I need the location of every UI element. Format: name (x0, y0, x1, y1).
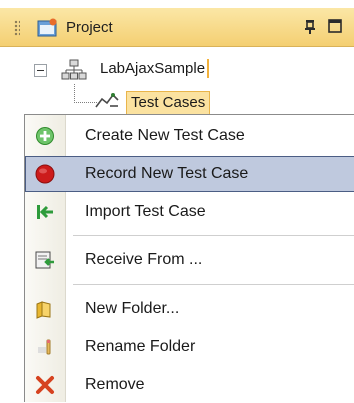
menu-item-label: Rename Folder (85, 338, 196, 355)
menu-item-label: Import Test Case (85, 203, 206, 220)
record-red-icon (35, 164, 55, 184)
project-icon (61, 59, 87, 80)
import-arrow-icon (37, 205, 53, 219)
project-window-icon (37, 18, 57, 37)
context-menu: Create New Test Case Record New Test Cas… (24, 114, 354, 402)
menu-item-new-folder[interactable]: New Folder... (25, 291, 354, 327)
menu-item-label: New Folder... (85, 300, 180, 317)
menu-item-record-new-test-case[interactable]: Record New Test Case (25, 156, 354, 192)
tree-item-test-cases[interactable]: Test Cases (126, 91, 211, 115)
receive-icon (35, 251, 54, 269)
pin-icon[interactable] (303, 19, 317, 35)
menu-item-label: Record New Test Case (85, 165, 249, 182)
menu-item-create-new-test-case[interactable]: Create New Test Case (25, 118, 354, 154)
collapse-toggle-icon[interactable] (34, 64, 47, 77)
tree-item-project[interactable]: LabAjaxSample (98, 59, 210, 78)
panel-titlebar[interactable]: Project (0, 8, 354, 47)
maximize-icon[interactable] (328, 19, 342, 33)
menu-separator (73, 235, 354, 236)
menu-item-receive-from[interactable]: Receive From ... (25, 242, 354, 278)
drag-grip[interactable] (14, 20, 20, 36)
menu-item-label: Remove (85, 376, 145, 393)
remove-x-icon (36, 376, 54, 394)
rename-icon (38, 339, 51, 355)
menu-item-import-test-case[interactable]: Import Test Case (25, 194, 354, 230)
project-tree: LabAjaxSample Test Cases (0, 46, 354, 116)
folder-icon (36, 301, 51, 319)
menu-item-label: Receive From ... (85, 251, 203, 268)
menu-item-rename-folder[interactable]: Rename Folder (25, 329, 354, 365)
add-green-icon (36, 127, 54, 145)
panel-title: Project (66, 19, 113, 36)
menu-separator (73, 284, 354, 285)
test-cases-icon (95, 93, 119, 108)
menu-item-remove[interactable]: Remove (25, 367, 354, 403)
menu-item-label: Create New Test Case (85, 127, 245, 144)
